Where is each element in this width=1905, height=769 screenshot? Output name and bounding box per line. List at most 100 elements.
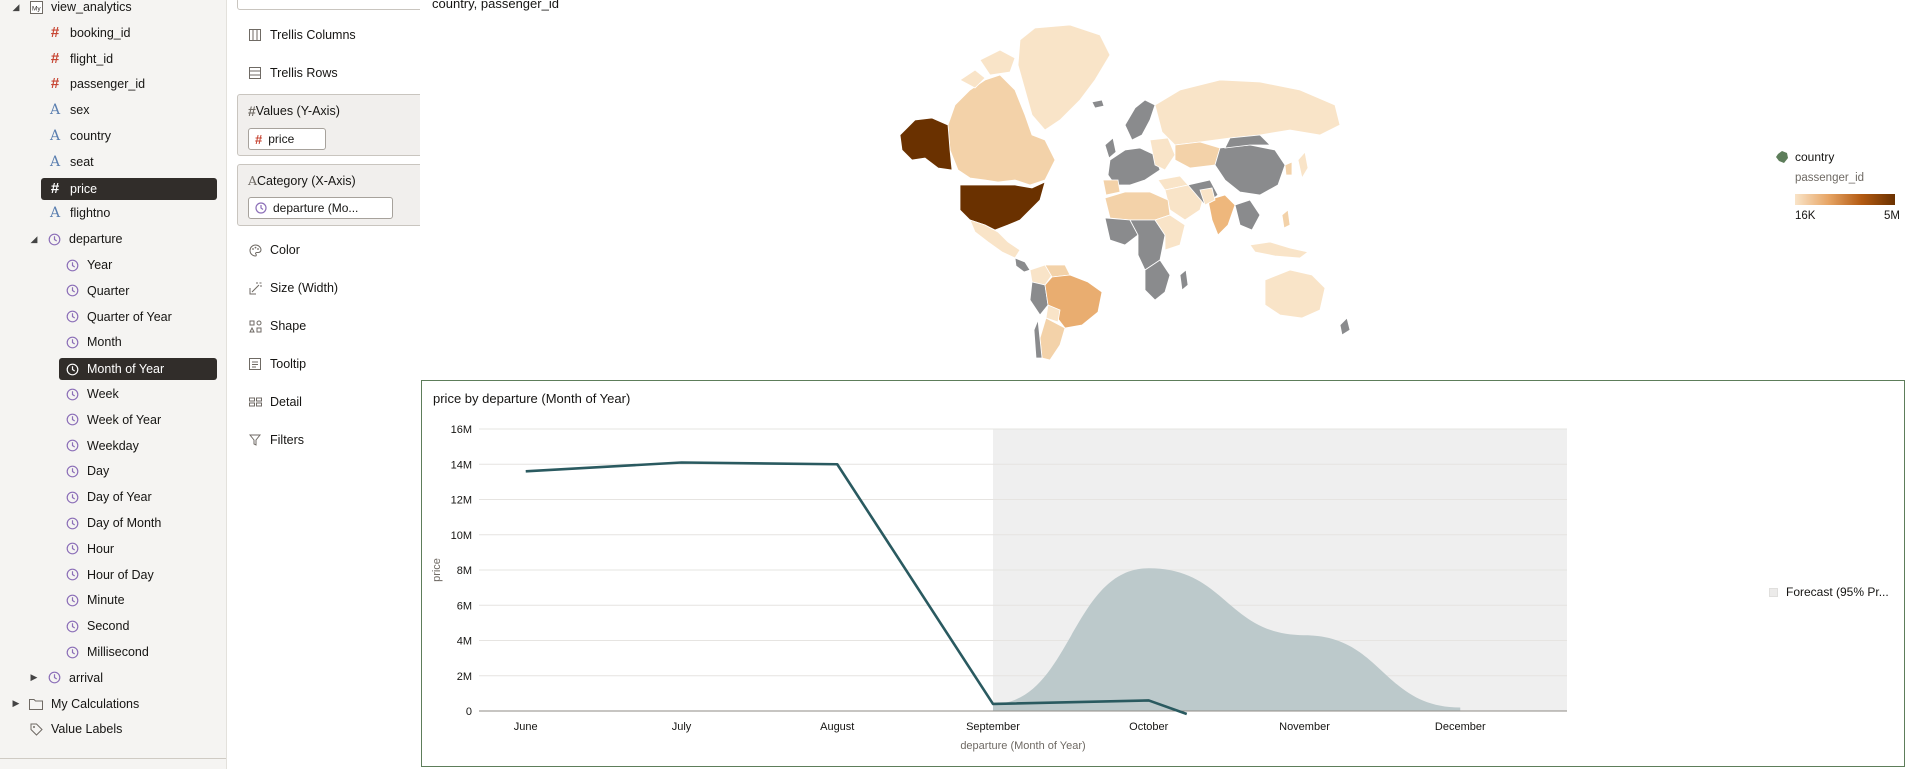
- tree-root-view-analytics[interactable]: My view_analytics: [29, 0, 132, 18]
- map-country-usa-alaska[interactable]: [899, 117, 953, 171]
- y-tick-label: 10M: [451, 530, 472, 542]
- clock-icon: [65, 413, 79, 427]
- tree-item-value-labels[interactable]: Value Labels: [29, 718, 122, 740]
- x-tick-label: August: [820, 721, 854, 733]
- chart-type-dropdown[interactable]: [237, 0, 440, 10]
- tree-item-hour-of-day[interactable]: Hour of Day: [65, 564, 154, 586]
- map-country-greenland[interactable]: [1017, 24, 1111, 131]
- tree-item-month[interactable]: Month: [65, 331, 122, 353]
- y-tick-label: 6M: [457, 600, 472, 612]
- tree-item-month-of-year[interactable]: Month of Year: [59, 358, 217, 381]
- tree-item-hour[interactable]: Hour: [65, 538, 114, 560]
- tree-item-label: booking_id: [70, 25, 131, 40]
- map-country-western-europe[interactable]: [1107, 147, 1161, 186]
- map-country-central-america[interactable]: [1014, 257, 1031, 273]
- tree-item-week[interactable]: Week: [65, 383, 119, 405]
- color-drop-target[interactable]: Color: [248, 239, 300, 261]
- number-icon: #: [248, 103, 256, 119]
- y-tick-label: 8M: [457, 565, 472, 577]
- expand-caret-icon[interactable]: ▶: [29, 672, 39, 683]
- map-country-scandinavia[interactable]: [1124, 99, 1156, 141]
- tree-item-millisecond[interactable]: Millisecond: [65, 641, 149, 663]
- map-country-kazakhstan[interactable]: [1174, 141, 1221, 169]
- filter-icon: [248, 433, 262, 447]
- filters-drop-target[interactable]: Filters: [248, 429, 304, 451]
- tree-item-week-of-year[interactable]: Week of Year: [65, 409, 161, 431]
- map-title: country, passenger_id: [432, 0, 559, 11]
- resize-icon: [248, 281, 262, 295]
- tree-item-my-calculations[interactable]: My Calculations: [29, 693, 139, 715]
- tag-icon: [29, 722, 43, 736]
- tooltip-icon: [248, 357, 262, 371]
- trellis-columns-drop-target[interactable]: Trellis Columns: [248, 24, 356, 46]
- line-chart-view[interactable]: 0 2M 4M 6M 8M 10M 12M 14M 16M June July August Septe…: [421, 380, 1905, 767]
- text-icon: A: [49, 153, 61, 170]
- tree-item-sex[interactable]: Asex: [48, 99, 90, 121]
- clock-icon: [65, 387, 79, 401]
- tree-item-flight_id[interactable]: # flight_id: [48, 48, 113, 70]
- clock-icon: [65, 593, 79, 607]
- tree-item-seat[interactable]: Aseat: [48, 151, 94, 173]
- tree-item-minute[interactable]: Minute: [65, 589, 125, 611]
- map-country-china[interactable]: [1214, 144, 1286, 196]
- tree-item-year[interactable]: Year: [65, 254, 112, 276]
- tree-item-passenger_id[interactable]: # passenger_id: [48, 73, 145, 95]
- map-country-argentina[interactable]: [1039, 317, 1066, 360]
- size-drop-target[interactable]: Size (Width): [248, 277, 338, 299]
- departure-pill-label: departure (Mo...: [273, 201, 359, 215]
- tree-item-second[interactable]: Second: [65, 615, 129, 637]
- tree-item-label: departure: [69, 232, 123, 247]
- clock-icon: [47, 671, 61, 685]
- collapse-caret-icon[interactable]: ◢: [29, 234, 39, 244]
- map-country-russia[interactable]: [1154, 79, 1341, 146]
- folder-icon: [29, 697, 43, 711]
- tree-item-booking_id[interactable]: # booking_id: [48, 22, 131, 44]
- map-country-north-africa[interactable]: [1104, 191, 1171, 221]
- tree-item-price[interactable]: # price: [41, 177, 217, 200]
- expand-caret-icon[interactable]: ▶: [11, 698, 21, 709]
- map-country-indonesia[interactable]: [1249, 241, 1309, 259]
- map-country-korea[interactable]: [1284, 161, 1293, 176]
- map-country-philippines[interactable]: [1281, 209, 1291, 229]
- map-country-japan[interactable]: [1297, 151, 1309, 180]
- map-country-iceland[interactable]: [1091, 99, 1105, 109]
- tree-item-quarter[interactable]: Quarter: [65, 280, 129, 302]
- forecast-legend-swatch: [1769, 587, 1778, 597]
- tree-item-arrival[interactable]: arrival: [47, 667, 103, 689]
- trellis-rows-drop-target[interactable]: Trellis Rows: [248, 62, 338, 84]
- map-country-iberia[interactable]: [1102, 179, 1121, 196]
- tree-item-country[interactable]: Acountry: [48, 125, 111, 147]
- line-chart[interactable]: 0 2M 4M 6M 8M 10M 12M 14M 16M June July August Septe…: [422, 381, 1905, 768]
- values-y-axis-drop-target[interactable]: # Values (Y-Axis) # price: [237, 94, 440, 156]
- collapse-caret-icon[interactable]: ◢: [11, 2, 21, 12]
- map-country-australia[interactable]: [1264, 269, 1326, 319]
- text-icon: A: [49, 205, 61, 222]
- departure-pill[interactable]: departure (Mo...: [248, 197, 393, 219]
- number-icon: #: [50, 49, 60, 67]
- shape-drop-target[interactable]: Shape: [248, 315, 306, 337]
- detail-label: Detail: [270, 395, 302, 409]
- clock-icon: [47, 232, 61, 246]
- map-island-canada-north[interactable]: [979, 49, 1016, 76]
- map-country-uk[interactable]: [1104, 137, 1117, 159]
- tree-item-day[interactable]: Day: [65, 460, 109, 482]
- category-x-axis-drop-target[interactable]: A Category (X-Axis) departure (Mo...: [237, 164, 440, 226]
- tree-item-weekday[interactable]: Weekday: [65, 435, 139, 457]
- shapes-icon: [248, 319, 262, 333]
- tree-item-label: Weekday: [87, 438, 139, 453]
- map-country-madagascar[interactable]: [1179, 269, 1189, 291]
- tree-item-label: Minute: [87, 593, 125, 608]
- tree-item-quarter-of-year[interactable]: Quarter of Year: [65, 306, 172, 328]
- map-legend-color-ramp: [1795, 194, 1895, 205]
- world-map[interactable]: [820, 20, 1380, 360]
- tree-item-label: Week: [87, 387, 119, 401]
- tree-item-day-of-year[interactable]: Day of Year: [65, 486, 152, 508]
- map-country-new-zealand[interactable]: [1339, 317, 1351, 336]
- tree-item-flightno[interactable]: Aflightno: [48, 202, 110, 224]
- detail-drop-target[interactable]: Detail: [248, 391, 302, 413]
- price-pill[interactable]: # price: [248, 128, 326, 150]
- tree-item-departure[interactable]: departure: [47, 228, 123, 250]
- tooltip-drop-target[interactable]: Tooltip: [248, 353, 306, 375]
- map-country-southeast-asia[interactable]: [1234, 199, 1261, 231]
- tree-item-day-of-month[interactable]: Day of Month: [65, 512, 161, 534]
